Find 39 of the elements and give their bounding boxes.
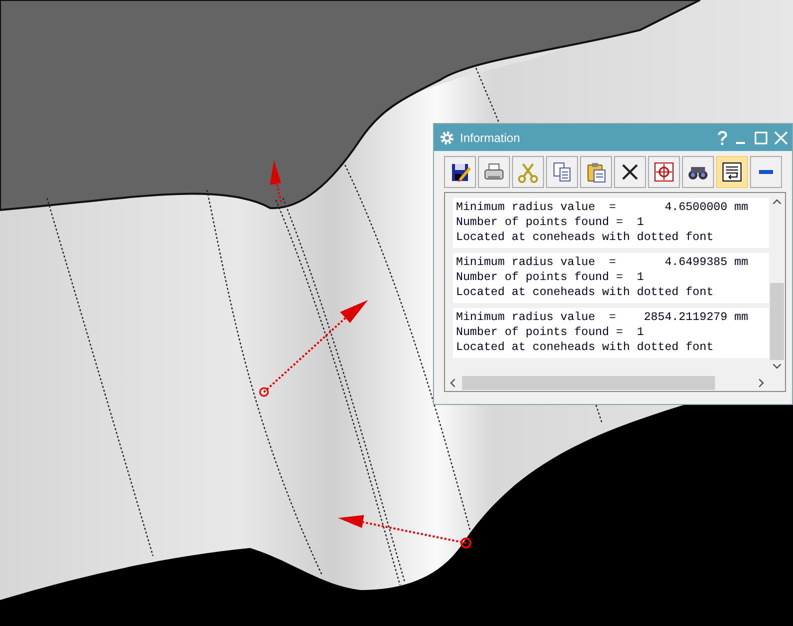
save-icon	[449, 161, 471, 183]
scroll-down-icon[interactable]	[773, 364, 781, 369]
copy-icon	[551, 161, 573, 183]
scroll-right-icon[interactable]	[759, 379, 764, 387]
info-line: Number of points found = 1	[456, 270, 645, 285]
toolbar-button[interactable]	[682, 156, 714, 188]
toolbar-button[interactable]	[716, 156, 748, 188]
toolbar-button[interactable]	[478, 156, 510, 188]
scroll-up-icon[interactable]	[773, 199, 781, 204]
help-icon[interactable]	[716, 130, 728, 144]
info-line: Located at coneheads with dotted font	[456, 285, 714, 300]
info-line: Minimum radius value = 2854.2119279 mm	[456, 310, 750, 325]
toolbar-button[interactable]	[546, 156, 578, 188]
toolbar-button[interactable]	[614, 156, 646, 188]
info-line: Minimum radius value = 4.6499385 mm	[456, 255, 750, 270]
scroll-thumb[interactable]	[462, 376, 715, 390]
info-line: Number of points found = 1	[456, 215, 645, 230]
vertical-scrollbar[interactable]	[769, 193, 785, 375]
scissors-icon	[517, 161, 539, 183]
crosshair-icon	[653, 161, 675, 183]
window-title: Information	[460, 130, 522, 144]
toolbar-button[interactable]	[580, 156, 612, 188]
toolbar-button[interactable]	[750, 156, 782, 188]
gear-icon	[440, 130, 454, 144]
dotted-line	[595, 404, 603, 424]
info-line: Number of points found = 1	[456, 325, 645, 340]
maximize-icon[interactable]	[754, 130, 768, 144]
toolbar-button[interactable]	[444, 156, 476, 188]
minus-icon	[759, 170, 773, 174]
info-line: Minimum radius value = 4.6500000 mm	[456, 200, 750, 215]
scroll-thumb[interactable]	[770, 283, 784, 360]
info-line: Located at coneheads with dotted font	[456, 340, 714, 355]
horizontal-scrollbar[interactable]	[445, 375, 769, 391]
scroll-left-icon[interactable]	[450, 379, 455, 387]
vector-arrow	[270, 160, 282, 202]
wrap-icon	[721, 161, 743, 183]
clipboard-icon	[585, 161, 607, 183]
info-line: Located at coneheads with dotted font	[456, 230, 714, 245]
close-icon[interactable]	[774, 130, 788, 144]
